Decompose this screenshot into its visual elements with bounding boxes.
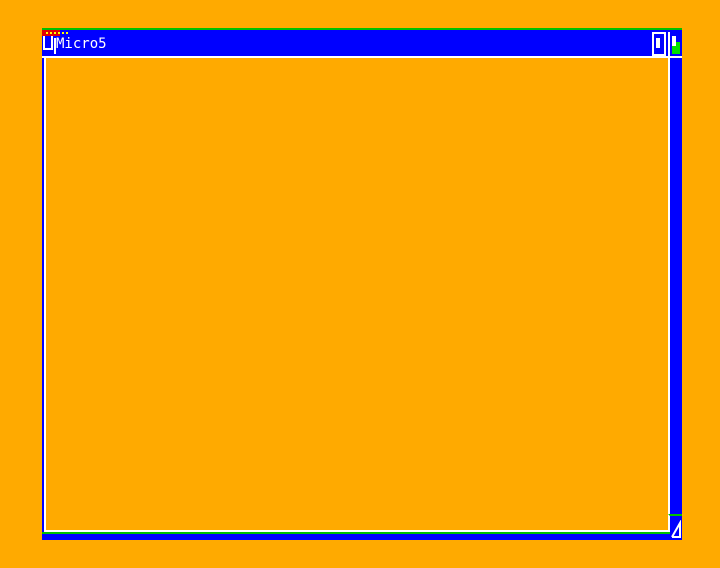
- resize-icon-glyph: [671, 520, 681, 538]
- window-title: Micro5: [56, 36, 107, 52]
- depth-arrange-icon[interactable]: [652, 32, 666, 56]
- window-right-border: [668, 58, 682, 540]
- app-window: Micro5: [42, 28, 682, 540]
- close-icon-frame: [43, 36, 53, 50]
- resize-icon[interactable]: [668, 514, 682, 540]
- depth-arrange-icon-inner: [656, 38, 660, 48]
- title-bar[interactable]: Micro5: [42, 28, 682, 56]
- window-bottom-border: [42, 532, 670, 540]
- zoom-icon-outline: [672, 36, 676, 46]
- window-content-area[interactable]: [44, 58, 668, 532]
- zoom-icon[interactable]: [668, 32, 682, 56]
